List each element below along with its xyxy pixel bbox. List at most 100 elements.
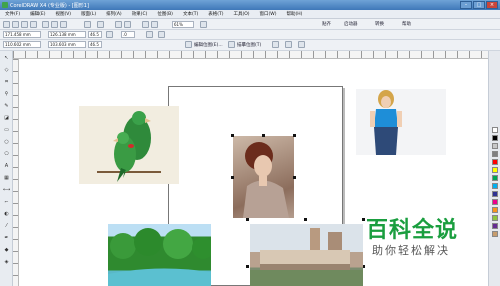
to-back-icon[interactable]: [298, 41, 305, 48]
selection-handle[interactable]: [231, 176, 234, 179]
river-landscape-image[interactable]: [108, 224, 211, 286]
color-swatch[interactable]: [492, 199, 498, 205]
outline-pen-icon[interactable]: ✒: [3, 235, 10, 242]
color-swatch[interactable]: [492, 151, 498, 157]
color-swatch[interactable]: [492, 167, 498, 173]
selection-handle[interactable]: [304, 218, 307, 221]
selection-handle[interactable]: [293, 134, 296, 137]
launcher-dropdown[interactable]: 启动器: [344, 21, 358, 27]
trace-bitmap-button[interactable]: 描摹位图(T): [237, 42, 261, 48]
horizontal-ruler[interactable]: [13, 51, 488, 59]
help-dropdown[interactable]: 帮助: [402, 21, 411, 27]
interactive-fill-icon[interactable]: ◈: [3, 259, 10, 266]
color-swatch[interactable]: [492, 143, 498, 149]
menu-table[interactable]: 表格(T): [203, 11, 228, 17]
fill-tool-icon[interactable]: ◆: [3, 247, 10, 254]
color-swatch[interactable]: [492, 223, 498, 229]
mirror-horizontal-icon[interactable]: [146, 31, 153, 38]
open-icon[interactable]: [12, 21, 19, 28]
menu-help[interactable]: 帮助(H): [282, 11, 308, 17]
standard-toolbar: 61% 贴齐 启动器 转换 帮助: [0, 19, 500, 30]
menu-text[interactable]: 文本(T): [178, 11, 203, 17]
welcome-screen-icon[interactable]: [151, 21, 158, 28]
redo-icon[interactable]: [97, 21, 104, 28]
pick-tool-icon[interactable]: ↖: [3, 55, 10, 62]
menu-layout[interactable]: 版面(L): [76, 11, 101, 17]
selection-handle[interactable]: [246, 265, 249, 268]
export-icon[interactable]: [124, 21, 131, 28]
freehand-tool-icon[interactable]: ✎: [3, 103, 10, 110]
selection-handle[interactable]: [262, 134, 265, 137]
menu-view[interactable]: 视图(V): [50, 11, 76, 17]
cut-icon[interactable]: [42, 21, 49, 28]
text-tool-icon[interactable]: A: [3, 163, 10, 170]
dimension-tool-icon[interactable]: ⟷: [3, 187, 10, 194]
maximize-button[interactable]: □: [473, 1, 485, 9]
new-document-icon[interactable]: [3, 21, 10, 28]
minimize-button[interactable]: –: [460, 1, 472, 9]
print-icon[interactable]: [30, 21, 37, 28]
color-swatch[interactable]: [492, 135, 498, 141]
color-palette: [488, 51, 500, 286]
menu-bitmaps[interactable]: 位图(B): [152, 11, 178, 17]
color-swatch[interactable]: [492, 191, 498, 197]
smart-fill-icon[interactable]: ◪: [3, 115, 10, 122]
wrap-text-icon[interactable]: [272, 41, 279, 48]
lock-ratio-icon[interactable]: [106, 31, 113, 38]
menu-window[interactable]: 窗口(W): [255, 11, 282, 17]
undo-icon[interactable]: [84, 21, 91, 28]
copy-icon[interactable]: [51, 21, 58, 28]
selection-handle[interactable]: [362, 218, 365, 221]
save-icon[interactable]: [21, 21, 28, 28]
to-front-icon[interactable]: [285, 41, 292, 48]
height-field[interactable]: 103.603 mm: [48, 41, 86, 48]
girl-photo-image[interactable]: [356, 89, 446, 155]
rectangle-tool-icon[interactable]: ▭: [3, 127, 10, 134]
color-swatch[interactable]: [492, 215, 498, 221]
menu-tools[interactable]: 工具(O): [228, 11, 254, 17]
connector-tool-icon[interactable]: ⌐: [3, 199, 10, 206]
close-button[interactable]: ×: [486, 1, 498, 9]
blend-tool-icon[interactable]: ◐: [3, 211, 10, 218]
trace-bitmap-icon[interactable]: [228, 41, 235, 48]
x-position-field[interactable]: 171.458 mm: [3, 31, 41, 38]
menu-arrange[interactable]: 排列(A): [101, 11, 127, 17]
width-field[interactable]: 126.138 mm: [48, 31, 86, 38]
edit-bitmap-icon[interactable]: [185, 41, 192, 48]
paste-icon[interactable]: [60, 21, 67, 28]
scale-y-field[interactable]: 46.5: [88, 41, 102, 48]
crop-tool-icon[interactable]: ⌗: [3, 79, 10, 86]
menu-effects[interactable]: 效果(C): [127, 11, 153, 17]
menu-file[interactable]: 文件(F): [0, 11, 25, 17]
mirror-vertical-icon[interactable]: [158, 31, 165, 38]
snap-to-dropdown[interactable]: 贴齐: [322, 21, 331, 27]
zoom-dropdown-icon[interactable]: [200, 21, 207, 28]
shape-tool-icon[interactable]: ◇: [3, 67, 10, 74]
color-swatch[interactable]: [492, 231, 498, 237]
y-position-field[interactable]: 110.602 mm: [3, 41, 41, 48]
polygon-tool-icon[interactable]: ⬠: [3, 151, 10, 158]
menu-edit[interactable]: 编辑(E): [25, 11, 50, 17]
zoom-tool-icon[interactable]: ⚲: [3, 91, 10, 98]
eyedropper-icon[interactable]: ⁄: [3, 223, 10, 230]
woman-portrait-image[interactable]: [233, 136, 294, 218]
rotation-field[interactable]: .0: [121, 31, 135, 38]
selection-handle[interactable]: [246, 218, 249, 221]
parrots-image[interactable]: [79, 106, 179, 184]
color-swatch[interactable]: [492, 207, 498, 213]
edit-bitmap-button[interactable]: 编辑位图(E)...: [194, 42, 223, 48]
convert-dropdown[interactable]: 转换: [375, 21, 384, 27]
campus-building-image[interactable]: [250, 224, 363, 286]
application-launcher-icon[interactable]: [142, 21, 149, 28]
import-icon[interactable]: [115, 21, 122, 28]
color-swatch[interactable]: [492, 175, 498, 181]
zoom-level-field[interactable]: 61%: [172, 21, 194, 28]
color-swatch[interactable]: [492, 159, 498, 165]
table-tool-icon[interactable]: ▦: [3, 175, 10, 182]
selection-handle[interactable]: [293, 176, 296, 179]
selection-handle[interactable]: [231, 134, 234, 137]
ellipse-tool-icon[interactable]: ○: [3, 139, 10, 146]
color-swatch[interactable]: [492, 183, 498, 189]
scale-x-field[interactable]: 46.5: [88, 31, 102, 38]
color-swatch[interactable]: [492, 127, 498, 133]
